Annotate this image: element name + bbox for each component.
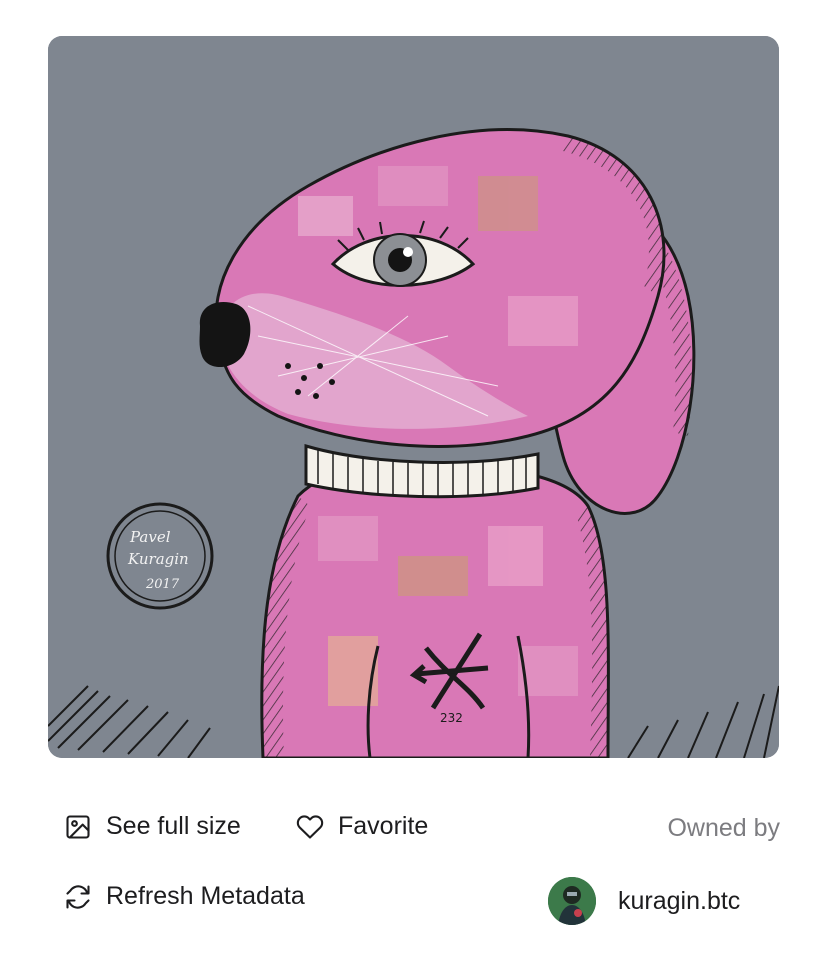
see-full-size-button[interactable]: See full size bbox=[64, 812, 241, 841]
owned-by-label: Owned by bbox=[667, 814, 780, 842]
refresh-icon bbox=[64, 883, 92, 911]
owner-link[interactable]: kuragin.btc bbox=[548, 877, 740, 925]
image-icon bbox=[64, 813, 92, 841]
refresh-metadata-label: Refresh Metadata bbox=[106, 882, 305, 910]
see-full-size-label: See full size bbox=[106, 812, 241, 840]
nft-artwork: 232 Pavel Kuragin 2017 bbox=[48, 36, 779, 758]
refresh-metadata-button[interactable]: Refresh Metadata bbox=[64, 882, 305, 911]
owner-avatar bbox=[548, 877, 596, 925]
owner-name: kuragin.btc bbox=[618, 886, 741, 915]
heart-icon bbox=[296, 813, 324, 841]
svg-text:Kuragin: Kuragin bbox=[127, 550, 189, 568]
dog-collage-illustration: 232 Pavel Kuragin 2017 bbox=[48, 36, 779, 758]
svg-text:2017: 2017 bbox=[145, 577, 180, 592]
svg-text:Pavel: Pavel bbox=[129, 528, 171, 546]
favorite-label: Favorite bbox=[338, 812, 429, 840]
favorite-button[interactable]: Favorite bbox=[296, 812, 428, 841]
number-mark: 232 bbox=[440, 711, 463, 725]
